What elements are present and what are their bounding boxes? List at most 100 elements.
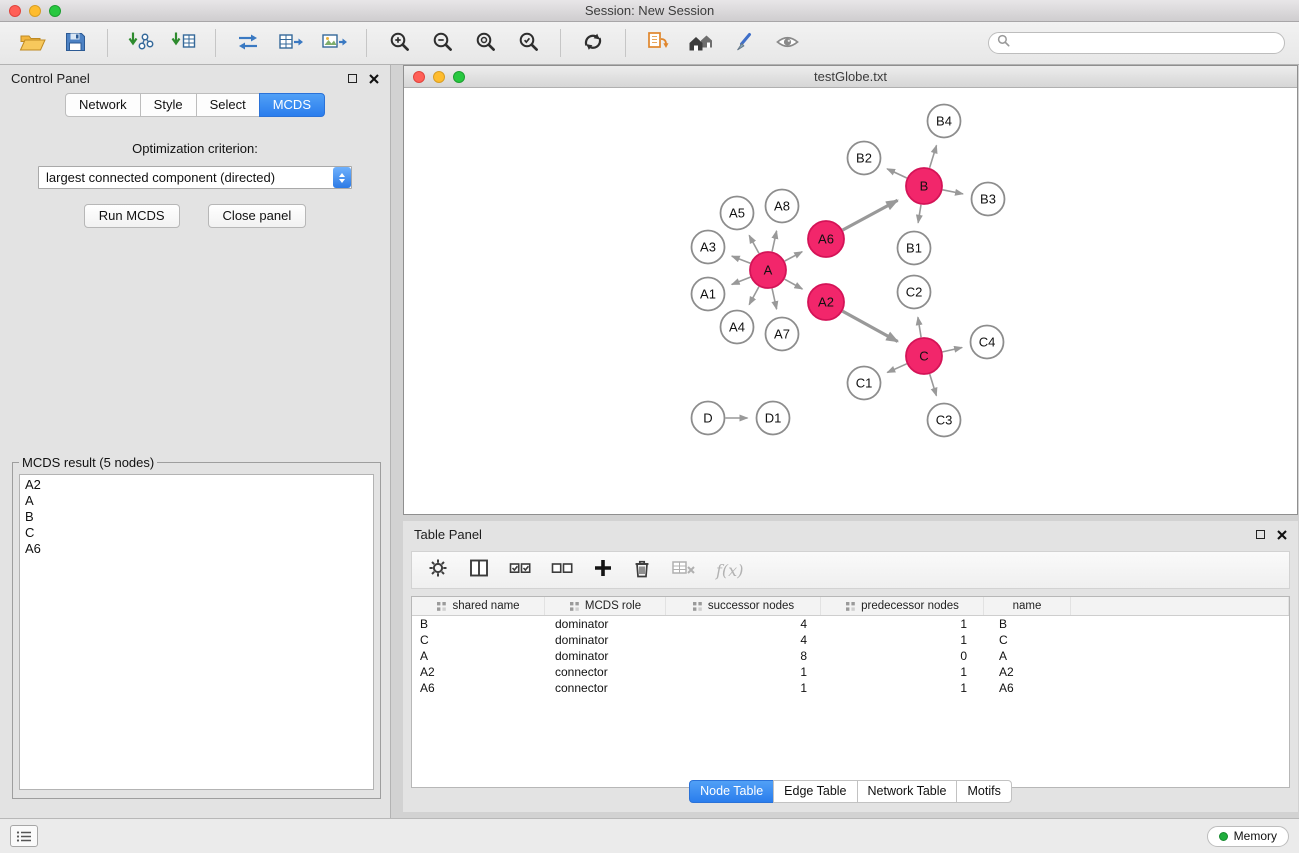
dropdown-stepper-icon[interactable] (333, 167, 351, 188)
edge-A-A2[interactable] (785, 279, 803, 289)
node-D1[interactable]: D1 (757, 402, 790, 435)
table-cell[interactable]: C (412, 633, 545, 647)
open-session-button[interactable] (14, 27, 50, 59)
run-mcds-button[interactable]: Run MCDS (84, 204, 180, 228)
column-header-shared-name[interactable]: shared name (412, 597, 545, 615)
node-C2[interactable]: C2 (898, 276, 931, 309)
eye-button[interactable] (769, 27, 805, 59)
close-window-button[interactable] (9, 5, 21, 17)
export-network-button[interactable] (230, 27, 266, 59)
table-row[interactable]: A6connector11A6 (412, 680, 1289, 696)
table-cell[interactable]: 4 (666, 633, 821, 647)
close-panel-button[interactable]: Close panel (208, 204, 307, 228)
table-cell[interactable]: 1 (666, 681, 821, 695)
import-network-button[interactable] (122, 27, 158, 59)
zoom-out-button[interactable] (424, 27, 460, 59)
import-table-button[interactable] (165, 27, 201, 59)
column-header-mcds-role[interactable]: MCDS role (545, 597, 666, 615)
node-A3[interactable]: A3 (692, 231, 725, 264)
select-all-button[interactable] (509, 557, 532, 584)
table-row[interactable]: Bdominator41B (412, 616, 1289, 632)
node-A5[interactable]: A5 (721, 197, 754, 230)
gear-button[interactable] (427, 557, 449, 584)
edge-A-A4[interactable] (749, 287, 759, 305)
table-cell[interactable]: dominator (545, 617, 666, 631)
table-cell[interactable]: 1 (821, 665, 984, 679)
tab-network[interactable]: Network (65, 93, 141, 117)
node-C1[interactable]: C1 (848, 367, 881, 400)
node-A4[interactable]: A4 (721, 311, 754, 344)
float-table-panel-icon[interactable] (1256, 530, 1265, 539)
node-A1[interactable]: A1 (692, 278, 725, 311)
network-window-titlebar[interactable]: testGlobe.txt (404, 66, 1297, 88)
add-column-button[interactable] (593, 558, 613, 583)
edge-A-A5[interactable] (749, 235, 759, 253)
node-B1[interactable]: B1 (898, 232, 931, 265)
tab-motifs[interactable]: Motifs (956, 780, 1011, 803)
edge-B-B3[interactable] (943, 190, 963, 194)
column-header-successor-nodes[interactable]: successor nodes (666, 597, 821, 615)
column-header-name[interactable]: name (984, 597, 1071, 615)
function-builder-button[interactable]: f(x) (716, 561, 743, 580)
optimization-criterion-dropdown[interactable]: largest connected component (directed) (38, 166, 352, 189)
node-A2[interactable]: A2 (808, 284, 844, 320)
table-cell[interactable]: A (984, 649, 1071, 663)
deselect-all-button[interactable] (551, 557, 574, 584)
mcds-result-item[interactable]: B (25, 509, 368, 525)
table-row[interactable]: Cdominator41C (412, 632, 1289, 648)
zoom-fit-button[interactable] (467, 27, 503, 59)
houses-button[interactable] (683, 27, 719, 59)
memory-button[interactable]: Memory (1207, 826, 1289, 847)
table-cell[interactable]: C (984, 633, 1071, 647)
network-minimize-button[interactable] (433, 71, 445, 83)
paintbrush-button[interactable] (726, 27, 762, 59)
table-cell[interactable]: dominator (545, 633, 666, 647)
table-cell[interactable]: A6 (984, 681, 1071, 695)
node-B4[interactable]: B4 (928, 105, 961, 138)
export-table-button[interactable] (273, 27, 309, 59)
search-input[interactable] (1015, 36, 1276, 50)
mcds-result-item[interactable]: A (25, 493, 368, 509)
node-D[interactable]: D (692, 402, 725, 435)
edge-C-C3[interactable] (930, 374, 937, 396)
table-cell[interactable]: 8 (666, 649, 821, 663)
edge-A-A1[interactable] (732, 277, 751, 284)
tab-edge-table[interactable]: Edge Table (773, 780, 857, 803)
save-session-button[interactable] (57, 27, 93, 59)
tab-mcds[interactable]: MCDS (259, 93, 325, 117)
zoom-selected-button[interactable] (510, 27, 546, 59)
node-A8[interactable]: A8 (766, 190, 799, 223)
delete-table-button[interactable] (671, 558, 697, 583)
table-cell[interactable]: 1 (821, 681, 984, 695)
close-table-panel-icon[interactable] (1277, 530, 1287, 540)
table-cell[interactable]: 0 (821, 649, 984, 663)
edge-C-C4[interactable] (943, 348, 963, 352)
table-cell[interactable]: 4 (666, 617, 821, 631)
network-svg[interactable]: B4B2BB3A5A8A6B1A3AC2A1A2A4A7C4CC1C3DD1 (404, 88, 1297, 514)
table-cell[interactable]: A2 (984, 665, 1071, 679)
node-C[interactable]: C (906, 338, 942, 374)
close-panel-icon[interactable] (369, 74, 379, 84)
edge-B-B2[interactable] (887, 169, 907, 178)
edge-A-A3[interactable] (732, 256, 751, 263)
node-C3[interactable]: C3 (928, 404, 961, 437)
float-panel-icon[interactable] (348, 74, 357, 83)
table-cell[interactable]: A6 (412, 681, 545, 695)
column-header-predecessor-nodes[interactable]: predecessor nodes (821, 597, 984, 615)
zoom-in-button[interactable] (381, 27, 417, 59)
minimize-window-button[interactable] (29, 5, 41, 17)
table-cell[interactable]: connector (545, 665, 666, 679)
table-row[interactable]: A2connector11A2 (412, 664, 1289, 680)
node-B3[interactable]: B3 (972, 183, 1005, 216)
edge-A2-C[interactable] (843, 311, 898, 341)
network-canvas[interactable]: B4B2BB3A5A8A6B1A3AC2A1A2A4A7C4CC1C3DD1 (404, 88, 1297, 514)
table-cell[interactable]: A2 (412, 665, 545, 679)
edge-B-B4[interactable] (930, 145, 937, 167)
pages-button[interactable] (640, 27, 676, 59)
network-close-button[interactable] (413, 71, 425, 83)
edge-C-C2[interactable] (918, 317, 921, 337)
task-history-button[interactable] (10, 825, 38, 847)
table-row[interactable]: Adominator80A (412, 648, 1289, 664)
tab-node-table[interactable]: Node Table (689, 780, 774, 803)
edge-C-C1[interactable] (887, 364, 906, 373)
